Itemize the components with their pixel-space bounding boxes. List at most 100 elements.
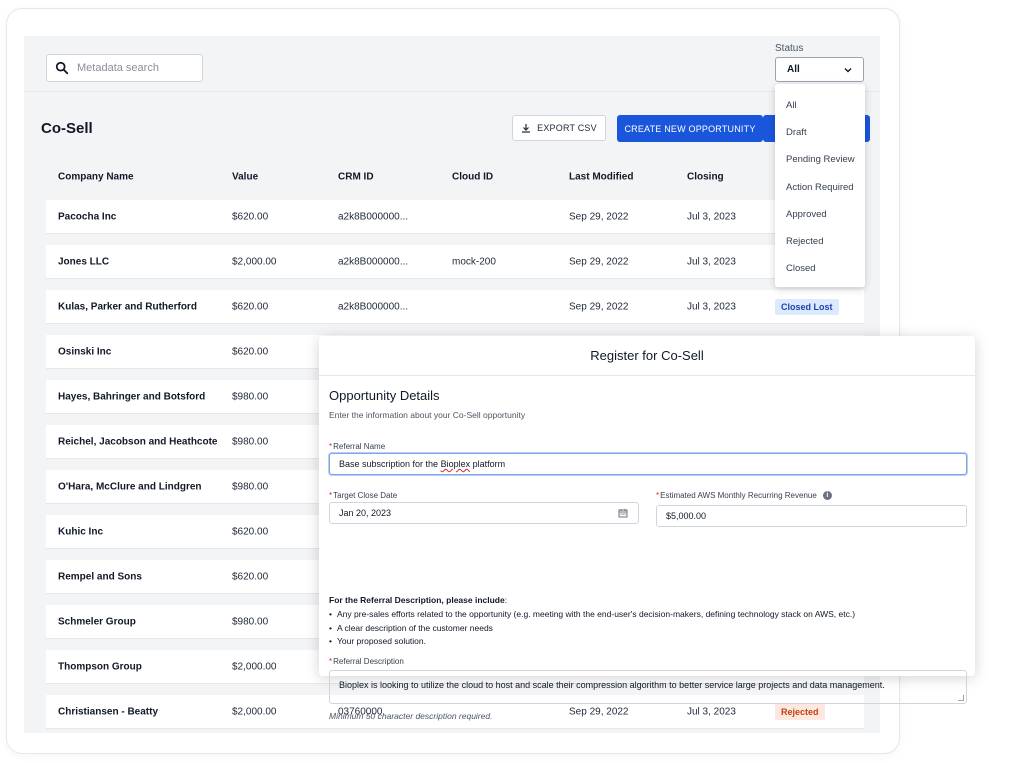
description-value: Bioplex is looking to utilize the cloud … — [339, 680, 885, 690]
cell-value: $980.00 — [232, 616, 269, 627]
close-date-label: *Target Close Date — [329, 491, 397, 500]
revenue-label: *Estimated AWS Monthly Recurring Revenue… — [656, 491, 832, 501]
cell-crm-id: a2k8B000000... — [338, 211, 409, 222]
page-title: Co-Sell — [41, 120, 93, 137]
filter-bar: Metadata search Status All — [24, 36, 880, 92]
cell-value: $620.00 — [232, 571, 269, 582]
instruction-item: Your proposed solution. — [329, 635, 855, 649]
cell-value: $980.00 — [232, 391, 269, 402]
cell-closing: Jul 3, 2023 — [687, 301, 736, 312]
referral-name-misspelled-word: Bioplex — [440, 459, 471, 469]
status-badge: Rejected — [775, 703, 825, 720]
status-option-draft[interactable]: Draft — [775, 119, 865, 146]
column-header-closing[interactable]: Closing — [687, 172, 724, 183]
revenue-label-text: Estimated AWS Monthly Recurring Revenue — [660, 491, 817, 500]
table-row[interactable]: Jones LLC $2,000.00 a2k8B000000... mock-200… — [46, 245, 864, 279]
cell-closing: Jul 3, 2023 — [687, 211, 736, 222]
close-date-input[interactable]: Jan 20, 2023 — [329, 502, 639, 524]
status-option-pending-review[interactable]: Pending Review — [775, 146, 865, 173]
cell-last-modified: Sep 29, 2022 — [569, 301, 629, 312]
cell-value: $620.00 — [232, 211, 269, 222]
column-header-last-modified[interactable]: Last Modified — [569, 172, 633, 183]
info-icon[interactable]: i — [822, 491, 832, 501]
cell-company: Kuhic Inc — [58, 526, 104, 537]
cell-company: Hayes, Bahringer and Botsford — [58, 391, 206, 402]
status-badge: Closed Lost — [775, 298, 839, 315]
cell-value: $2,000.00 — [232, 256, 277, 267]
instruction-item: A clear description of the customer need… — [329, 622, 855, 636]
required-mark: * — [329, 491, 333, 500]
calendar-icon[interactable] — [618, 508, 628, 518]
status-filter-label: Status — [775, 43, 804, 54]
cell-value: $980.00 — [232, 436, 269, 447]
cell-value: $2,000.00 — [232, 706, 277, 717]
instruction-item: Any pre-sales efforts related to the opp… — [329, 608, 855, 622]
status-dropdown-menu: All Draft Pending Review Action Required… — [775, 84, 865, 287]
cell-cloud-id: mock-200 — [452, 256, 496, 267]
description-instructions: For the Referral Description, please inc… — [329, 595, 855, 649]
status-option-approved[interactable]: Approved — [775, 201, 865, 228]
register-co-sell-modal: Register for Co-Sell Opportunity Details… — [319, 336, 975, 721]
cell-last-modified: Sep 29, 2022 — [569, 706, 629, 717]
required-mark: * — [329, 657, 333, 666]
cell-value: $620.00 — [232, 526, 269, 537]
cell-company: Osinski Inc — [58, 346, 112, 357]
resize-handle-icon[interactable] — [958, 695, 964, 701]
column-header-cloud-id[interactable]: Cloud ID — [452, 172, 493, 183]
status-option-rejected[interactable]: Rejected — [775, 228, 865, 255]
cell-company: Pacocha Inc — [58, 211, 117, 222]
referral-name-label: *Referral Name — [329, 442, 385, 451]
status-option-all[interactable]: All — [775, 92, 865, 119]
required-mark: * — [656, 491, 660, 500]
referral-name-suffix: platform — [470, 459, 506, 469]
close-date-value: Jan 20, 2023 — [339, 508, 392, 518]
description-label-text: Referral Description — [333, 657, 404, 666]
instructions-colon: : — [504, 595, 508, 605]
referral-name-label-text: Referral Name — [333, 442, 386, 451]
cell-company: Christiansen - Beatty — [58, 706, 159, 717]
column-header-company[interactable]: Company Name — [58, 172, 134, 183]
close-date-label-text: Target Close Date — [333, 491, 398, 500]
search-placeholder: Metadata search — [77, 62, 159, 74]
cell-company: O'Hara, McClure and Lindgren — [58, 481, 202, 492]
revenue-value: $5,000.00 — [666, 511, 707, 521]
cell-closing: Jul 3, 2023 — [687, 706, 736, 717]
column-header-value[interactable]: Value — [232, 172, 258, 183]
create-opportunity-button[interactable]: CREATE NEW OPPORTUNITY — [617, 115, 763, 142]
referral-name-input[interactable]: Base subscription for the Bioplex platfo… — [329, 453, 967, 475]
cell-value: $620.00 — [232, 301, 269, 312]
cell-company: Thompson Group — [58, 661, 142, 672]
status-filter-select[interactable]: All — [775, 57, 864, 82]
modal-body: Opportunity Details Enter the informatio… — [329, 388, 967, 721]
cell-value: $2,000.00 — [232, 661, 277, 672]
description-textarea[interactable]: Bioplex is looking to utilize the cloud … — [329, 670, 967, 704]
cell-closing: Jul 3, 2023 — [687, 256, 736, 267]
cell-value: $620.00 — [232, 346, 269, 357]
referral-name-prefix: Base subscription for the — [339, 459, 441, 469]
required-mark: * — [329, 442, 333, 451]
revenue-input[interactable]: $5,000.00 — [656, 505, 967, 527]
cell-last-modified: Sep 29, 2022 — [569, 211, 629, 222]
section-subtitle: Enter the information about your Co-Sell… — [329, 410, 526, 420]
status-filter-value: All — [787, 64, 800, 75]
table-header: Company Name Value CRM ID Cloud ID Last … — [46, 160, 864, 194]
table-row[interactable]: Kulas, Parker and Rutherford $620.00 a2k8B… — [46, 290, 864, 324]
section-title: Opportunity Details — [329, 388, 440, 403]
chevron-down-icon — [844, 67, 852, 72]
table-row[interactable]: Pacocha Inc $620.00 a2k8B000000... Sep 29, … — [46, 200, 864, 234]
download-icon — [522, 124, 531, 133]
cell-value: $980.00 — [232, 481, 269, 492]
export-csv-label: EXPORT CSV — [537, 123, 597, 133]
modal-title: Register for Co-Sell — [319, 336, 975, 376]
search-input[interactable]: Metadata search — [46, 54, 203, 82]
instructions-heading: For the Referral Description, please inc… — [329, 595, 505, 605]
cell-crm-id: a2k8B000000... — [338, 301, 409, 312]
cell-company: Schmeler Group — [58, 616, 136, 627]
description-hint: Minimum 50 character description require… — [329, 711, 493, 721]
cell-company: Rempel and Sons — [58, 571, 142, 582]
status-option-closed[interactable]: Closed — [775, 255, 865, 282]
column-header-crm-id[interactable]: CRM ID — [338, 172, 374, 183]
export-csv-button[interactable]: EXPORT CSV — [512, 115, 606, 141]
status-option-action-required[interactable]: Action Required — [775, 174, 865, 201]
cell-last-modified: Sep 29, 2022 — [569, 256, 629, 267]
